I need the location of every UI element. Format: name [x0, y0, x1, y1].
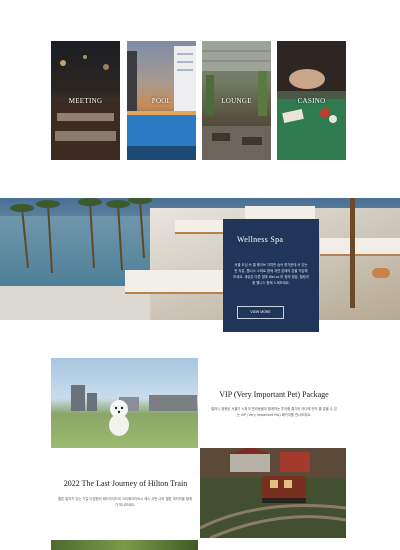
next-section-image: [51, 540, 198, 550]
spa-description: 서울 도심 속 쿨 웨이브 가지만 숨속 한가운데 서 있는 듯 차분, 웰니스…: [233, 263, 309, 285]
umbrella-pole: [350, 198, 355, 308]
facility-label-meeting: MEETING: [68, 97, 103, 105]
facility-card-lounge[interactable]: LOUNGE: [202, 41, 271, 160]
vip-package-image: [51, 358, 198, 448]
building: [71, 385, 85, 411]
vip-description: 펄러니 정용된 서울가 스파의 반려동물과 함께하는 투어를 즐기와 어디에 먼…: [211, 407, 337, 417]
lounger: [320, 238, 400, 256]
building: [87, 393, 97, 411]
train-description: 힐튼 열차가 있는 기일 다양한러 레드라이드와 크리에이티브시 레스 사만 나…: [58, 497, 192, 507]
facility-label-lounge: LOUNGE: [221, 97, 252, 105]
spa-info-card: Wellness Spa 서울 도심 속 쿨 웨이브 가지만 숨속 한가운데 서…: [223, 219, 319, 332]
lounger: [125, 270, 235, 294]
dog-photo: [109, 400, 129, 436]
facility-card-casino[interactable]: CASINO: [277, 41, 346, 160]
facility-label-pool: POOL: [151, 97, 172, 105]
model-train-photo: [200, 448, 346, 538]
spa-view-more-button[interactable]: VIEW MORE: [237, 306, 284, 319]
facility-label-casino: CASINO: [297, 97, 326, 105]
facility-card-meeting[interactable]: MEETING: [51, 41, 120, 160]
spa-title: Wellness Spa: [237, 235, 284, 244]
facility-card-pool[interactable]: POOL: [127, 41, 196, 160]
rolled-towel: [372, 268, 390, 278]
vip-title: VIP (Very Important Pet) Package: [219, 390, 329, 399]
train-title: 2022 The Last Journey of Hilton Train: [63, 479, 188, 488]
spa-banner-image: [0, 198, 400, 320]
train-package-image: [200, 448, 346, 538]
building: [149, 395, 197, 411]
